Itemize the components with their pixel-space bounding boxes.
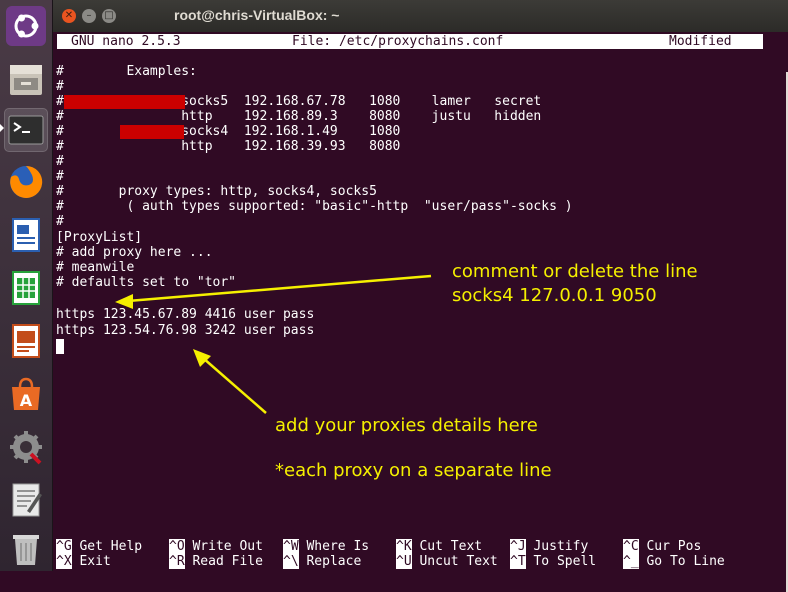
ubuntu-logo-icon[interactable] xyxy=(4,4,48,48)
annotation-comment-line1: comment or delete the line xyxy=(452,261,698,282)
arrow-to-proxy-lines xyxy=(193,349,267,414)
shortcut-write-out[interactable]: ^O Write Out xyxy=(169,539,263,554)
shortcut-where-is[interactable]: ^W Where Is xyxy=(283,539,369,554)
shortcut-to-spell[interactable]: ^T To Spell xyxy=(510,554,596,569)
writer-icon[interactable] xyxy=(4,213,48,257)
annotation-add-proxies: add your proxies details here xyxy=(275,415,538,436)
shortcut-justify[interactable]: ^J Justify xyxy=(510,539,588,554)
close-icon[interactable]: ✕ xyxy=(62,9,76,23)
shortcut-exit[interactable]: ^X Exit xyxy=(56,554,111,569)
shortcut-go-to-line[interactable]: ^_ Go To Line xyxy=(623,554,725,569)
title-bar: ✕ – □ root@chris-VirtualBox: ~ xyxy=(53,0,788,32)
arrow-to-defaults-line xyxy=(115,274,432,309)
software-center-icon[interactable]: A xyxy=(4,372,48,416)
annotation-each-proxy: *each proxy on a separate line xyxy=(275,460,552,481)
shortcut-cur-pos[interactable]: ^C Cur Pos xyxy=(623,539,701,554)
launcher: A xyxy=(0,0,53,571)
firefox-icon[interactable] xyxy=(4,160,48,204)
settings-icon[interactable] xyxy=(4,425,48,469)
maximize-icon[interactable]: □ xyxy=(102,9,116,23)
impress-icon[interactable] xyxy=(4,319,48,363)
annotation-comment-line2: socks4 127.0.0.1 9050 xyxy=(452,285,657,306)
calc-icon[interactable] xyxy=(4,266,48,310)
svg-text:A: A xyxy=(20,391,33,410)
shortcut-read-file[interactable]: ^R Read File xyxy=(169,554,263,569)
shortcut-cut-text[interactable]: ^K Cut Text xyxy=(396,539,482,554)
window-title: root@chris-VirtualBox: ~ xyxy=(174,7,340,23)
trash-icon[interactable] xyxy=(4,526,48,570)
terminal-icon[interactable] xyxy=(4,108,48,152)
annotation-arrows xyxy=(115,274,432,414)
text-editor-icon[interactable] xyxy=(4,478,48,522)
files-icon[interactable] xyxy=(4,57,48,101)
shortcut-replace[interactable]: ^\ Replace xyxy=(283,554,361,569)
terminal-area[interactable]: GNU nano 2.5.3 File: /etc/proxychains.co… xyxy=(53,32,788,592)
minimize-icon[interactable]: – xyxy=(82,9,96,23)
shortcut-uncut-text[interactable]: ^U Uncut Text xyxy=(396,554,498,569)
shortcut-get-help[interactable]: ^G Get Help xyxy=(56,539,142,554)
